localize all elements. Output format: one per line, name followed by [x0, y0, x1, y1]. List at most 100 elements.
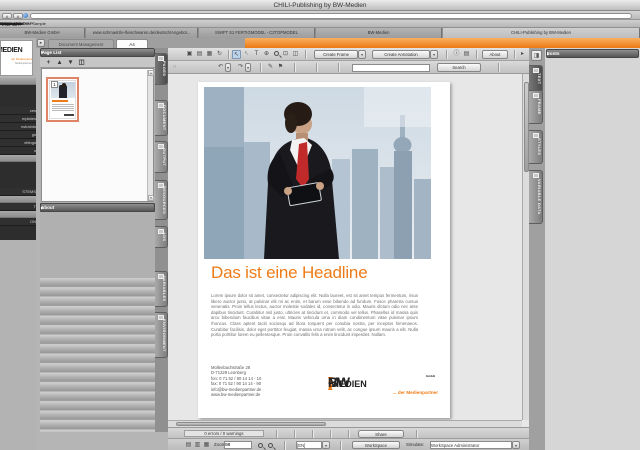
continuous-view-icon[interactable]: ▦ [202, 441, 211, 450]
scroll-up-icon[interactable]: ▲ [148, 70, 154, 76]
bookmark-item[interactable]: Ihre Ergebn [0, 20, 21, 28]
panel-header-about[interactable]: ▶About [40, 203, 155, 212]
undo-icon[interactable]: ↶ [216, 63, 225, 72]
vtab-ads[interactable]: ADS [155, 226, 168, 248]
site-nav-item[interactable]: STEMS [0, 188, 36, 196]
select-tool-icon[interactable]: ↖ [232, 50, 241, 59]
fit-view-icon[interactable]: ⊡ [281, 50, 290, 59]
text-tool-icon[interactable]: T [252, 50, 261, 59]
browser-tab-active[interactable]: CHILI-Publishing by BW-Medien [443, 28, 640, 38]
language-select[interactable]: [EN] [296, 441, 322, 449]
zoom-out-icon[interactable] [268, 443, 273, 448]
site-nav-item[interactable]: nstraints [0, 123, 36, 131]
share-button[interactable]: Share [358, 430, 404, 438]
site-nav-item[interactable]: mplates [0, 115, 36, 123]
site-nav-item[interactable]: ON [0, 218, 36, 226]
facing-page-view-icon[interactable]: ▥ [193, 441, 202, 450]
document-canvas[interactable]: Das ist eine Headline Lorem ipsum dolor … [168, 74, 522, 420]
vtab-variable-data[interactable]: VARIABLE DATA [529, 170, 543, 224]
search-input[interactable] [352, 64, 430, 72]
duplicate-page-icon[interactable]: ◫ [77, 58, 86, 67]
tab-document-management[interactable]: Document Management [48, 39, 114, 48]
save-icon[interactable]: ▣ [185, 50, 194, 59]
page-down-icon[interactable]: ▼ [66, 58, 75, 67]
workspace-button[interactable]: WorkSpace [352, 441, 400, 449]
bookmarks-overflow-icon[interactable]: » [0, 20, 2, 28]
panel-header-fonts[interactable]: ▶Fonts [546, 49, 639, 58]
zoom-in-icon[interactable] [258, 443, 263, 448]
create-annotation-dropdown-icon[interactable]: ▼ [430, 50, 438, 59]
tab-page-format[interactable]: A4 [116, 39, 148, 48]
undo-dropdown-icon[interactable]: ▼ [225, 63, 231, 72]
language-dropdown-icon[interactable]: ▼ [322, 441, 330, 449]
site-nav-item[interactable]: gs [0, 131, 36, 139]
browser-tab[interactable]: www.schmaelzle-fleischwaren.de/deutsch/A… [86, 28, 198, 38]
single-page-view-icon[interactable]: ▤ [184, 441, 193, 450]
canvas-horizontal-scrollbar[interactable] [168, 420, 522, 427]
vtab-styles[interactable]: STYLES [529, 130, 543, 164]
site-logo: MEDIEN der Medienpartner MedienpartnerIn [0, 40, 33, 76]
open-icon[interactable]: ▤ [195, 50, 204, 59]
zoom-tool-icon[interactable] [274, 51, 279, 56]
document-address[interactable]: Mollenbachstraße 28 D-71229 Leonberg fon… [211, 365, 301, 397]
font-smaller-button[interactable]: A [2, 13, 12, 19]
page-list-scrollbar[interactable]: ▲ ▼ [147, 70, 153, 201]
thumbnail-headline-bar [52, 100, 68, 102]
refresh-icon[interactable]: ↻ [215, 50, 224, 59]
document-headline[interactable]: Das ist eine Headline [211, 263, 441, 283]
create-frame-dropdown-icon[interactable]: ▼ [358, 50, 366, 59]
grid-handle-icon: ⁙ [170, 63, 179, 72]
direct-select-tool-icon[interactable]: ↖ [242, 50, 251, 59]
browser-tab[interactable]: BW-Medien [316, 28, 442, 38]
info-icon[interactable]: ⓘ [452, 50, 461, 59]
help-book-icon[interactable]: ▤ [462, 50, 471, 59]
vtab-document[interactable]: DOCUMENT [155, 100, 168, 136]
vtab-frame[interactable]: FRAME [529, 90, 543, 124]
simulate-select[interactable]: WorkSpace Administrator [430, 441, 512, 449]
left-panel: ▼Page List + ▲ ▼ ◫ [40, 48, 155, 432]
vtab-resources[interactable]: RESOURCES [155, 180, 168, 220]
search-button[interactable]: Search [437, 63, 481, 72]
panel-toggle-icon[interactable]: ◨ [531, 50, 542, 61]
create-annotation-button[interactable]: Create Annotation [372, 50, 430, 59]
browser-tab[interactable]: BW-Medien GmbH [0, 28, 85, 38]
scroll-down-icon[interactable]: ▼ [148, 195, 154, 201]
save-as-icon[interactable]: ▦ [205, 50, 214, 59]
about-button[interactable]: About [482, 50, 508, 59]
simulate-dropdown-icon[interactable]: ▼ [512, 441, 520, 449]
vtab-variables[interactable]: VARIABLES [155, 271, 168, 307]
vtab-output[interactable]: OUTPUT [155, 141, 168, 173]
page-up-icon[interactable]: ▲ [55, 58, 64, 67]
spread-view-icon[interactable]: ◫ [291, 50, 300, 59]
collapse-panel-icon[interactable]: ▸ [518, 50, 527, 59]
redo-icon[interactable]: ↷ [236, 63, 245, 72]
site-nav-block [0, 162, 36, 188]
hand-tool-icon[interactable]: ⊕ [262, 50, 271, 59]
zoom-input[interactable] [224, 441, 252, 449]
separator [316, 63, 317, 72]
document-page[interactable]: Das ist eine Headline Lorem ipsum dolor … [198, 82, 450, 418]
address-bar[interactable] [30, 13, 632, 19]
create-frame-button[interactable]: Create Frame [314, 50, 358, 59]
panel-header-page-list[interactable]: ▼Page List [40, 48, 155, 57]
document-photo[interactable] [204, 87, 431, 259]
scrollbar-thumb[interactable] [176, 422, 326, 426]
vtab-pages[interactable]: PAGES [155, 53, 168, 85]
move-page-icon[interactable]: + [44, 58, 53, 67]
vtab-text[interactable]: TEXT [529, 65, 543, 93]
redo-dropdown-icon[interactable]: ▼ [245, 63, 251, 72]
page-number-badge: 1 [51, 81, 58, 88]
flag-icon[interactable]: ⚑ [276, 63, 285, 72]
page-thumbnail-selected[interactable]: 1 [46, 77, 79, 122]
document-body-text[interactable]: Lorem ipsum dolor sit amet, consectetur … [211, 293, 418, 338]
site-nav-item[interactable]: ces [0, 107, 36, 115]
vtab-environment[interactable]: ENVIRONMENT [155, 312, 168, 358]
site-nav-divider [0, 78, 36, 85]
site-nav-item[interactable]: s [0, 147, 36, 155]
eyedropper-icon[interactable]: ✎ [266, 63, 275, 72]
browser-tab[interactable]: SWIFT S1 FERTIGMODEL - C2TOPMODEL [199, 28, 315, 38]
font-larger-button[interactable]: A [13, 13, 23, 19]
panel-collapse-button[interactable]: ▸ [37, 39, 45, 47]
site-nav-item[interactable]: ettings [0, 139, 36, 147]
site-nav-item[interactable]: T [0, 203, 36, 211]
